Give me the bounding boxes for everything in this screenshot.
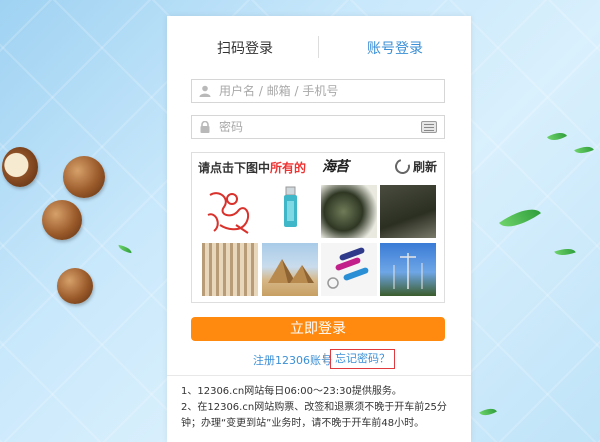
service-notice: 1、12306.cn网站每日06:00～23:30提供服务。 2、在12306.…: [181, 384, 463, 432]
captcha-refresh-button[interactable]: 刷新: [392, 155, 438, 177]
notice-divider: [167, 375, 471, 376]
captcha-image-street-lights[interactable]: [380, 243, 436, 296]
keyboard-icon[interactable]: [421, 121, 437, 133]
username-input[interactable]: [219, 82, 409, 100]
keychains-graphic: [327, 247, 369, 289]
captcha-image-sticks[interactable]: [202, 243, 258, 296]
captcha-image-pyramids[interactable]: [262, 243, 318, 296]
register-link[interactable]: 注册12306账号: [253, 352, 332, 368]
captcha-image-usb-stick[interactable]: [262, 185, 318, 238]
macadamia-nut: [57, 268, 93, 304]
login-button[interactable]: 立即登录: [191, 317, 445, 341]
captcha-prompt: 请点击下图中所有的: [198, 159, 306, 175]
paper-cut-graphic: [207, 192, 250, 234]
refresh-icon: [392, 155, 413, 177]
captcha-target-word: 海苔: [322, 159, 349, 175]
notice-line-2: 2、在12306.cn网站购票、改签和退票须不晚于开车前25分钟；办理“变更到站…: [181, 402, 447, 429]
macadamia-nut: [42, 200, 82, 240]
password-input[interactable]: [219, 118, 409, 136]
tab-account-login[interactable]: 账号登录: [367, 38, 423, 58]
link-separator: |: [323, 351, 327, 364]
user-icon: [199, 85, 211, 97]
captcha-prompt-highlight: 所有的: [270, 161, 307, 175]
login-panel: 扫码登录 账号登录 请点击下图中所有的 海苔 刷新: [167, 16, 471, 442]
captcha-refresh-label: 刷新: [413, 159, 438, 174]
street-lights-graphic: [393, 253, 423, 289]
forgot-password-link[interactable]: 忘记密码？: [330, 349, 395, 369]
macadamia-nut-open: [2, 147, 38, 187]
login-tabs: 扫码登录 账号登录: [167, 16, 471, 78]
captcha-image-paper-cut[interactable]: [202, 185, 258, 238]
pyramids-graphic: [268, 259, 314, 283]
captcha-image-seaweed[interactable]: [321, 185, 377, 238]
notice-line-1: 1、12306.cn网站每日06:00～23:30提供服务。: [181, 386, 402, 397]
macadamia-nut: [63, 156, 105, 198]
captcha-image-keychains[interactable]: [321, 243, 377, 296]
captcha-prompt-prefix: 请点击下图中: [198, 161, 271, 175]
tab-qr-login[interactable]: 扫码登录: [217, 38, 273, 58]
tab-divider: [318, 36, 319, 58]
username-field[interactable]: [191, 79, 445, 103]
lock-icon: [200, 121, 210, 133]
account-links: 注册12306账号 | 忘记密码？: [167, 349, 471, 369]
password-field[interactable]: [191, 115, 445, 139]
usb-stick-graphic: [284, 186, 297, 227]
image-captcha: 请点击下图中所有的 海苔 刷新: [191, 152, 445, 303]
captcha-image-seaweed-sheet[interactable]: [380, 185, 436, 238]
